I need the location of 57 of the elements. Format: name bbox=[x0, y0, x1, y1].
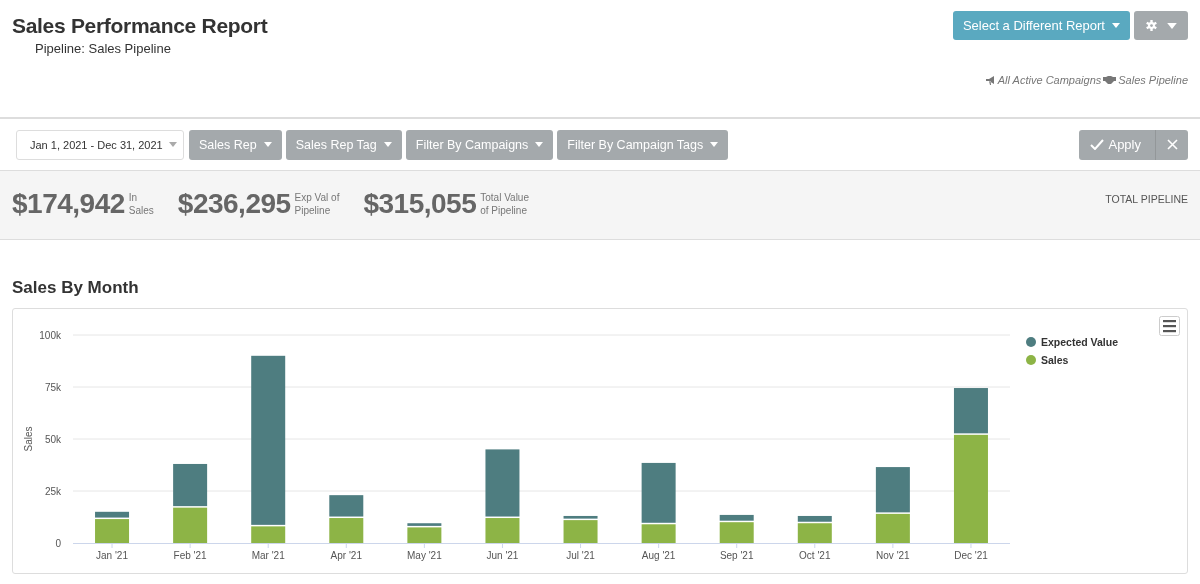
axis-tick-label: Jan '21 bbox=[96, 550, 128, 561]
axis-tick-label: Jun '21 bbox=[486, 550, 519, 561]
settings-button[interactable] bbox=[1134, 11, 1188, 40]
filter-dropdown[interactable]: Sales Rep bbox=[189, 129, 282, 160]
menu-icon[interactable] bbox=[1159, 316, 1180, 336]
axis-tick-label: Mar '21 bbox=[251, 550, 285, 561]
stat-value: $174,942 bbox=[12, 188, 125, 220]
page-subtitle: Pipeline: Sales Pipeline bbox=[35, 41, 172, 56]
close-button[interactable] bbox=[1155, 129, 1188, 160]
section-title: Sales By Month bbox=[12, 278, 140, 298]
filter-dropdown[interactable]: Filter By Campaigns bbox=[405, 129, 554, 160]
axis-tick-label: Feb '21 bbox=[173, 550, 207, 561]
legend-label[interactable]: Sales bbox=[1041, 354, 1069, 366]
filter-dropdown[interactable]: Sales Rep Tag bbox=[285, 129, 402, 160]
stat-caption: Exp Val of Pipeline bbox=[294, 191, 340, 217]
axis-tick-label: Oct '21 bbox=[799, 550, 831, 561]
stat-caption: In Sales bbox=[128, 191, 154, 217]
apply-button[interactable]: Apply bbox=[1079, 129, 1155, 160]
page-title: Sales Performance Report bbox=[12, 14, 268, 38]
axis-tick-label: May '21 bbox=[407, 550, 442, 561]
axis-tick-label: 50k bbox=[44, 434, 61, 445]
caret-icon bbox=[263, 142, 272, 147]
chart-bar bbox=[173, 463, 208, 507]
check-icon bbox=[1090, 139, 1105, 150]
close-icon bbox=[1166, 139, 1178, 150]
context-label: All Active Campaigns bbox=[997, 74, 1102, 86]
stat-value: $315,055 bbox=[363, 188, 477, 220]
megaphone-icon bbox=[985, 75, 996, 85]
axis-tick-label: 100k bbox=[39, 330, 61, 341]
axis-tick-label: 75k bbox=[44, 382, 61, 393]
axis-tick-label: Nov '21 bbox=[876, 550, 910, 561]
axis-tick-label: Apr '21 bbox=[330, 550, 362, 561]
caret-icon bbox=[168, 142, 177, 147]
gear-icon bbox=[1145, 20, 1157, 31]
axis-tick-label: 0 bbox=[55, 538, 61, 549]
axis-tick-label: 25k bbox=[44, 486, 61, 497]
date-range-picker[interactable]: Jan 1, 2021 - Dec 31, 2021 bbox=[16, 129, 184, 160]
axis-tick-label: Aug '21 bbox=[641, 550, 676, 561]
axis-tick-label: Jul '21 bbox=[566, 550, 595, 561]
caret-icon bbox=[535, 142, 544, 147]
chart-bar bbox=[329, 518, 364, 543]
filter-dropdown[interactable]: Filter By Campaign Tags bbox=[557, 129, 729, 160]
caret-icon bbox=[710, 142, 719, 147]
chart-bar bbox=[173, 507, 208, 543]
chart-bar bbox=[329, 495, 364, 517]
context-label: Sales Pipeline bbox=[1118, 74, 1188, 86]
stat-value: $236,295 bbox=[177, 188, 291, 220]
axis-tick-label: Dec '21 bbox=[954, 550, 988, 561]
legend-label[interactable]: Expected Value bbox=[1041, 336, 1119, 348]
select-report-button[interactable]: Select a Different Report bbox=[952, 11, 1130, 40]
axis-title: Sales bbox=[23, 426, 34, 452]
caret-icon bbox=[1166, 22, 1177, 29]
total-pipeline-label: TOTAL PIPELINE bbox=[1105, 192, 1188, 205]
caret-icon bbox=[1112, 23, 1120, 28]
caret-icon bbox=[383, 142, 392, 147]
axis-tick-label: Sep '21 bbox=[719, 550, 754, 561]
stat-caption: Total Value of Pipeline bbox=[480, 191, 529, 217]
